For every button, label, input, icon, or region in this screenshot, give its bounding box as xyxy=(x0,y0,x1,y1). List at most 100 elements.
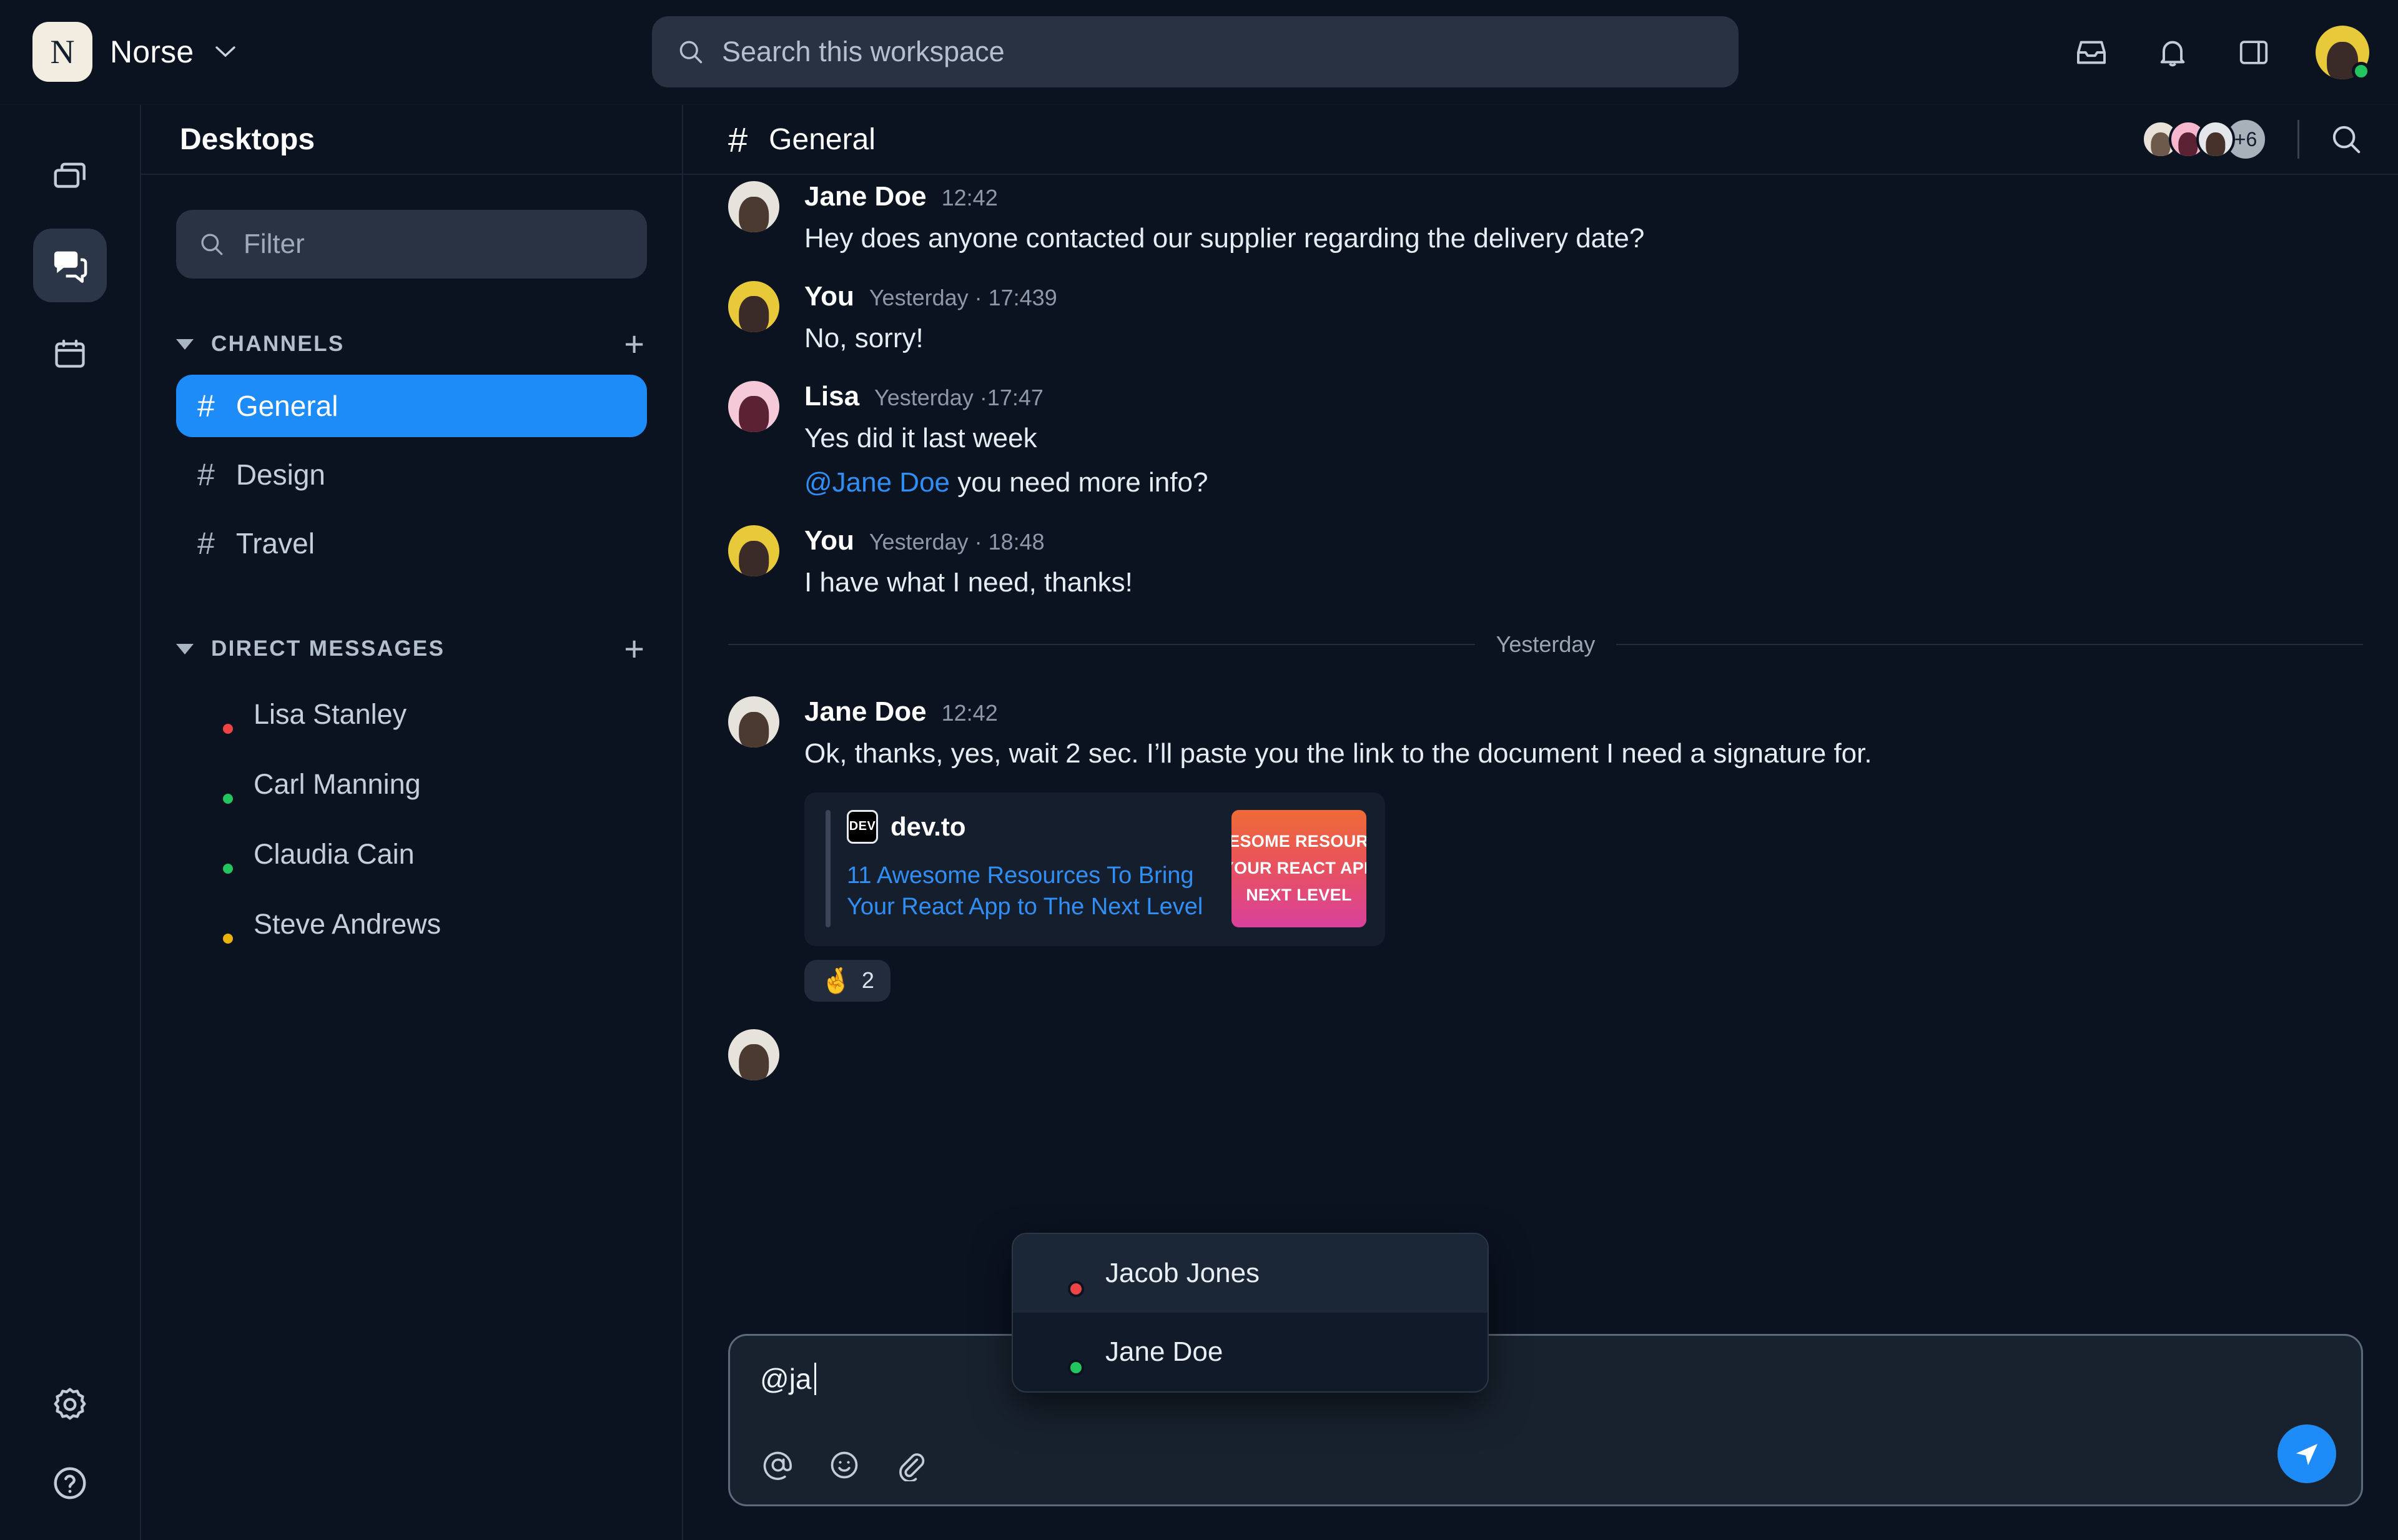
search-icon[interactable] xyxy=(2329,122,2363,156)
rail-item-desktops[interactable] xyxy=(33,140,107,214)
sidebar-item-label: General xyxy=(235,390,338,422)
avatar xyxy=(2196,120,2235,159)
sidebar-item-general[interactable]: # General xyxy=(176,375,647,437)
devto-icon: DEV xyxy=(847,809,878,844)
chevron-down-icon xyxy=(176,643,194,654)
inbox-icon[interactable] xyxy=(2072,33,2111,72)
chat-panel: # General +6 Jane Doe 12:42 Hey does any… xyxy=(683,105,2398,1540)
rail-item-chat[interactable] xyxy=(33,229,107,302)
message-list[interactable]: Jane Doe 12:42 Hey does anyone contacted… xyxy=(683,175,2398,1334)
member-facepile[interactable]: +6 xyxy=(2141,117,2267,161)
mention-option-jane-doe[interactable]: Jane Doe xyxy=(1013,1313,1488,1391)
link-accent-bar xyxy=(826,809,831,927)
mention-link[interactable]: @Jane Doe xyxy=(804,467,950,498)
thumb-line: YOUR REACT APP xyxy=(1231,859,1366,878)
sidebar-header: Desktops xyxy=(141,105,682,175)
top-bar: N Norse Search this workspace xyxy=(0,0,2398,105)
mention-icon[interactable] xyxy=(760,1447,796,1483)
mention-option-jacob-jones[interactable]: Jacob Jones xyxy=(1013,1234,1488,1313)
message-time: Yesterday · 17:439 xyxy=(869,284,1057,310)
message: You Yesterday · 17:439 No, sorry! xyxy=(728,259,2363,358)
mention-option-label: Jacob Jones xyxy=(1105,1258,1260,1288)
list-item[interactable]: Claudia Cain xyxy=(176,819,647,889)
avatar xyxy=(728,696,779,748)
panel-icon[interactable] xyxy=(2234,33,2273,72)
message-composer[interactable]: @ja xyxy=(728,1334,2363,1506)
app-root: N Norse Search this workspace Desktops F… xyxy=(0,0,2398,1540)
list-item[interactable]: Lisa Stanley xyxy=(176,679,647,749)
avatar xyxy=(194,904,235,946)
link-title[interactable]: 11 Awesome Resources To Bring Your React… xyxy=(847,860,1215,923)
filter-input[interactable]: Filter xyxy=(176,210,647,279)
list-item[interactable]: Steve Andrews xyxy=(176,889,647,959)
message-text-mention-line: @Jane Doe you need more info? xyxy=(804,463,2363,503)
message xyxy=(728,1002,2363,1080)
sidebar-title: Desktops xyxy=(180,122,315,156)
help-icon[interactable] xyxy=(51,1464,89,1503)
message: Lisa Yesterday ·17:47 Yes did it last we… xyxy=(728,358,2363,503)
channels-label: CHANNELS xyxy=(211,332,345,356)
reaction-emoji: 🤞 xyxy=(821,967,852,995)
message-time: Yesterday · 18:48 xyxy=(869,529,1045,555)
calendar-icon xyxy=(51,335,89,373)
status-badge xyxy=(220,861,235,876)
add-channel-button[interactable]: + xyxy=(624,327,644,362)
message: Jane Doe 12:42 Hey does anyone contacted… xyxy=(728,175,2363,259)
send-button[interactable] xyxy=(2277,1424,2336,1483)
status-badge xyxy=(2352,62,2371,81)
message-text: I have what I need, thanks! xyxy=(804,567,1133,598)
date-divider: Yesterday xyxy=(728,631,2364,658)
attachment-icon[interactable] xyxy=(892,1447,929,1483)
message-text-rest: you need more info? xyxy=(950,467,1208,498)
avatar xyxy=(194,764,235,806)
send-icon xyxy=(2292,1439,2322,1469)
mention-dropdown[interactable]: Jacob Jones Jane Doe xyxy=(1012,1233,1489,1393)
workspace-switcher[interactable]: N Norse xyxy=(0,22,624,82)
list-item-label: Steve Andrews xyxy=(254,908,442,940)
channels-group: CHANNELS + # General # Design # Travel xyxy=(141,322,682,575)
avatar xyxy=(728,181,779,232)
composer-toolbar xyxy=(760,1447,2334,1483)
avatar xyxy=(194,834,235,876)
avatar xyxy=(728,380,779,432)
message: Jane Doe 12:42 Ok, thanks, yes, wait 2 s… xyxy=(728,674,2363,1002)
user-avatar[interactable] xyxy=(2316,26,2371,81)
thumb-line: NEXT LEVEL xyxy=(1246,886,1352,905)
bell-icon[interactable] xyxy=(2153,33,2192,72)
message-text: No, sorry! xyxy=(804,322,924,353)
status-badge xyxy=(220,721,235,736)
message-time: 12:42 xyxy=(941,699,998,726)
reaction-pill[interactable]: 🤞 2 xyxy=(804,959,891,1002)
filter-placeholder: Filter xyxy=(244,229,305,259)
emoji-icon[interactable] xyxy=(826,1447,862,1483)
sidebar-item-design[interactable]: # Design xyxy=(176,443,647,506)
add-dm-button[interactable]: + xyxy=(624,631,644,666)
list-item[interactable]: Carl Manning xyxy=(176,749,647,819)
rail-item-calendar[interactable] xyxy=(33,317,107,391)
direct-messages-group: DIRECT MESSAGES + Lisa Stanley Carl Mann… xyxy=(141,627,682,959)
workspace-search[interactable]: Search this workspace xyxy=(652,16,1739,87)
channels-group-header[interactable]: CHANNELS + xyxy=(141,322,682,366)
message-author: You xyxy=(804,280,854,312)
avatar xyxy=(1038,1330,1084,1376)
settings-icon[interactable] xyxy=(51,1385,89,1424)
thumb-line: VESOME RESOURC xyxy=(1231,832,1366,851)
composer-input[interactable]: @ja xyxy=(760,1362,2334,1396)
chevron-down-icon xyxy=(215,45,236,59)
status-badge xyxy=(1068,1360,1084,1376)
composer-value: @ja xyxy=(760,1363,812,1395)
dm-group-header[interactable]: DIRECT MESSAGES + xyxy=(141,627,682,671)
link-preview-card[interactable]: DEV dev.to 11 Awesome Resources To Bring… xyxy=(804,792,1385,946)
message-author: Jane Doe xyxy=(804,181,927,212)
composer-wrapper: @ja xyxy=(683,1334,2398,1540)
sidebar-item-travel[interactable]: # Travel xyxy=(176,512,647,575)
chevron-down-icon xyxy=(176,338,194,350)
sidebar: Desktops Filter CHANNELS + # General # D… xyxy=(141,105,683,1540)
top-bar-actions xyxy=(2072,0,2371,105)
search-icon xyxy=(199,231,225,257)
hash-icon: # xyxy=(197,526,215,561)
mention-option-label: Jane Doe xyxy=(1105,1336,1223,1367)
message-text: Yes did it last week xyxy=(804,422,1037,453)
hash-icon: # xyxy=(728,119,748,159)
message-time: 12:42 xyxy=(941,185,998,210)
